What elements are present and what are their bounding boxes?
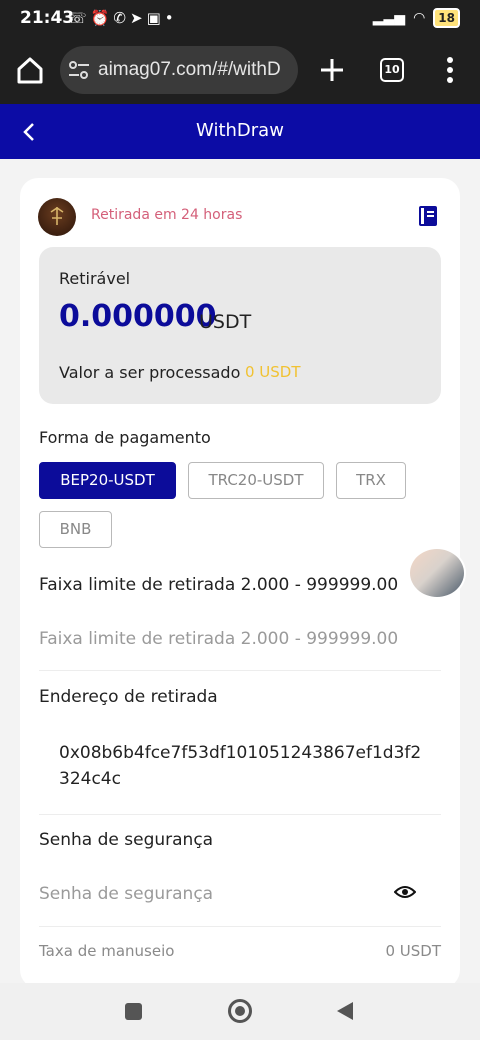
payment-option-bep20[interactable]: BEP20-USDT (39, 462, 176, 499)
battery-icon: 18 (433, 8, 460, 28)
payment-option-bnb[interactable]: BNB (39, 511, 112, 548)
payment-option-trx[interactable]: TRX (336, 462, 406, 499)
page-header: WithDraw (0, 104, 480, 159)
show-password-icon[interactable] (394, 884, 416, 900)
signal-icon: ▂▃▅ (372, 10, 406, 26)
address-value[interactable]: 0x08b6b4fce7f53df101051243867ef1d3f2324c… (59, 740, 429, 792)
fee-value: 0 USDT (385, 942, 441, 960)
page-title: WithDraw (196, 120, 284, 141)
recent-apps-icon[interactable] (125, 1003, 142, 1020)
divider (39, 814, 441, 815)
address-bar[interactable]: aimag07.com/#/withD (60, 46, 298, 94)
customer-service-avatar[interactable] (408, 547, 466, 599)
more-menu-icon[interactable] (442, 56, 458, 84)
notification-icons: ☏⏰✆➤▣• (68, 9, 178, 27)
divider (39, 926, 441, 927)
home-icon[interactable] (14, 54, 46, 86)
logo-emblem-icon (50, 207, 64, 225)
withdraw-notice: Retirada em 24 horas (91, 207, 243, 223)
status-right-icons: ▂▃▅ ◠ 18 (373, 8, 460, 28)
payment-option-trc20[interactable]: TRC20-USDT (188, 462, 324, 499)
site-settings-icon[interactable] (68, 60, 90, 80)
status-bar: 21:43 ☏⏰✆➤▣• ▂▃▅ ◠ 18 (0, 0, 480, 36)
withdraw-card: Retirada em 24 horas Retirável 0.000000 … (20, 178, 460, 988)
address-label: Endereço de retirada (39, 687, 218, 707)
password-label: Senha de segurança (39, 830, 214, 850)
amount-input[interactable]: Faixa limite de retirada 2.000 - 999999.… (39, 629, 398, 649)
status-time: 21:43 (20, 8, 75, 28)
browser-toolbar: aimag07.com/#/withD 10 (0, 36, 480, 104)
balance-panel: Retirável 0.000000 USDT Valor a ser proc… (39, 247, 441, 404)
processing-value: 0 USDT (245, 363, 301, 381)
records-book-icon[interactable] (418, 205, 438, 227)
divider (39, 670, 441, 671)
payment-method-label: Forma de pagamento (39, 428, 211, 447)
fee-label: Taxa de manuseio (39, 942, 175, 960)
password-input[interactable]: Senha de segurança (39, 884, 213, 904)
processing-label: Valor a ser processado (59, 363, 241, 382)
withdrawable-label: Retirável (59, 269, 131, 288)
limit-label: Faixa limite de retirada 2.000 - 999999.… (39, 575, 399, 595)
system-nav-bar (0, 983, 480, 1040)
new-tab-icon[interactable] (318, 56, 346, 84)
amount-unit: USDT (199, 311, 252, 333)
brand-logo (38, 198, 76, 236)
withdrawable-amount: 0.000000 (59, 299, 217, 334)
wifi-icon: ◠ (413, 10, 426, 26)
tab-switcher-button[interactable]: 10 (380, 58, 404, 82)
home-button-icon[interactable] (228, 999, 252, 1023)
nav-back-icon[interactable] (336, 1001, 354, 1021)
